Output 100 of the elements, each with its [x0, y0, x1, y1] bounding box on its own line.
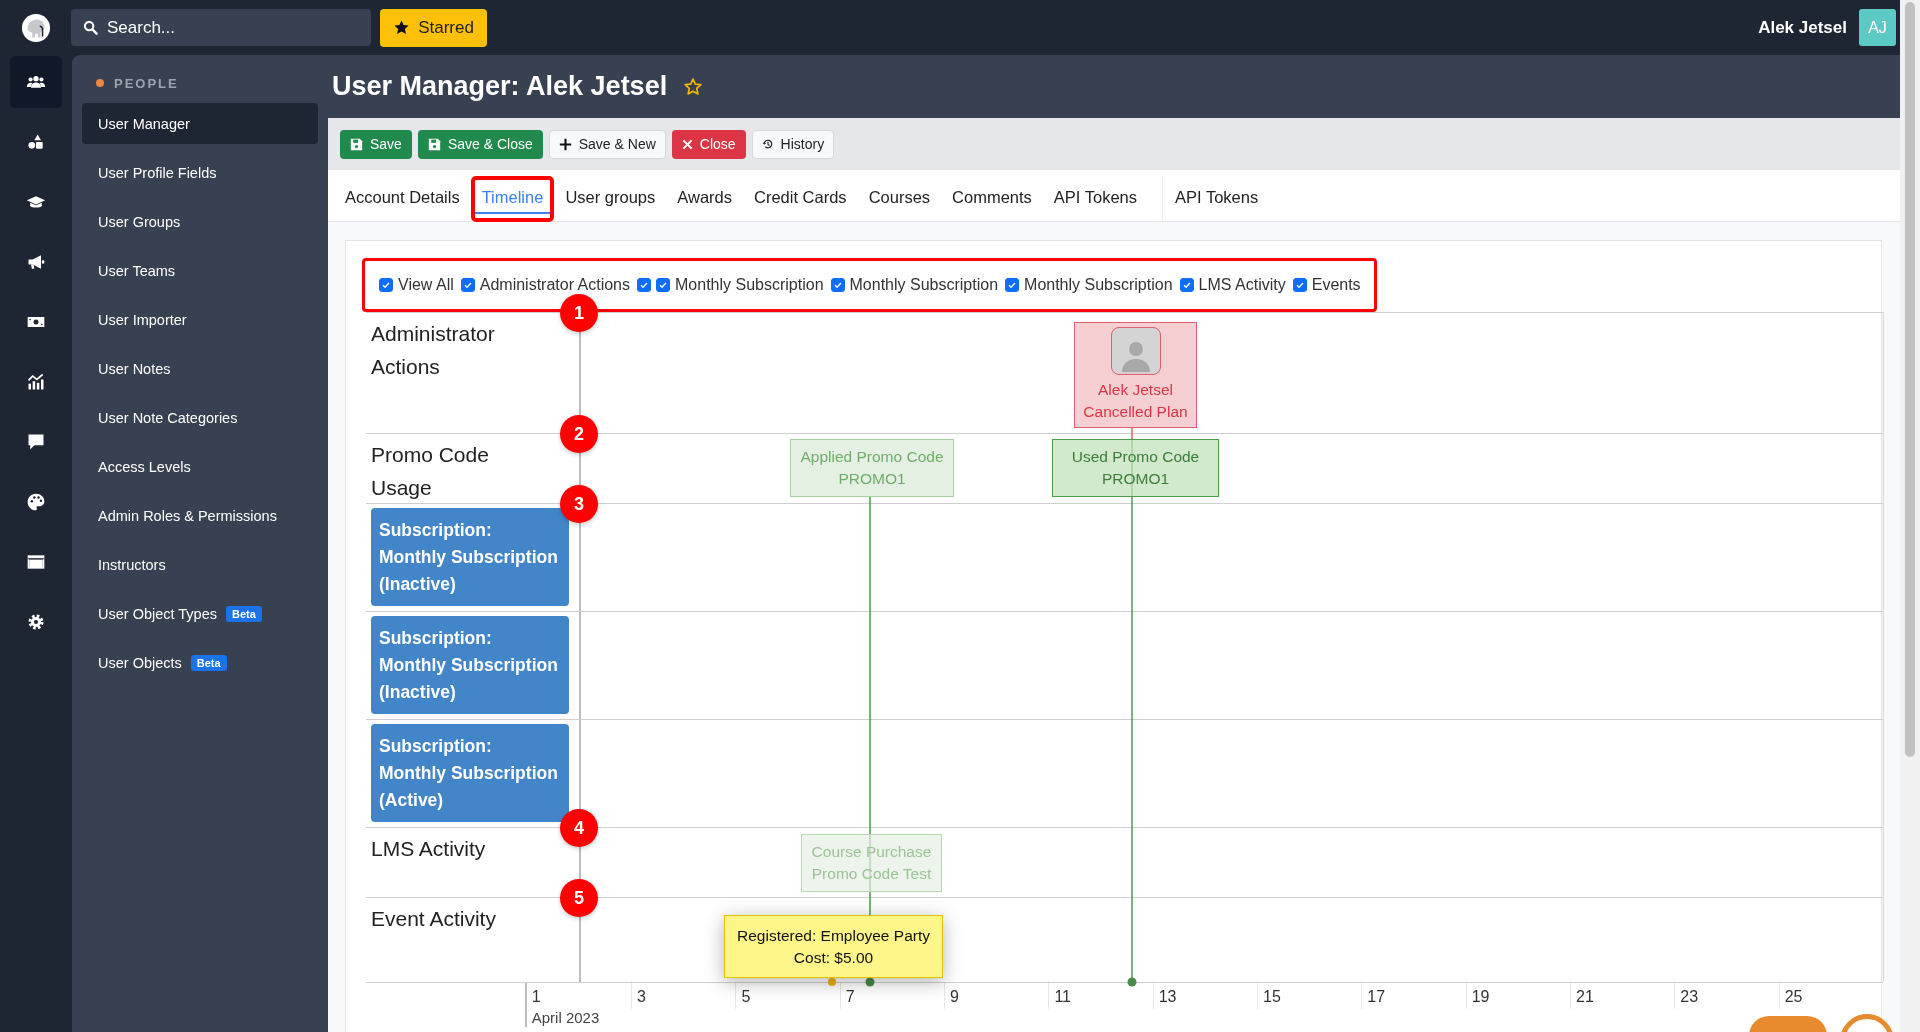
star-icon	[393, 19, 411, 36]
history-icon	[761, 138, 774, 150]
subscription-block: Subscription: Monthly Subscription (Active)	[371, 724, 569, 822]
tab[interactable]: Courses	[857, 175, 942, 222]
sidebar-item[interactable]: User Notes	[82, 348, 318, 389]
row-label: LMS Activity	[371, 836, 487, 862]
scrollbar[interactable]	[1900, 0, 1920, 1032]
check-icon	[381, 280, 391, 290]
bar-chart-icon	[26, 372, 46, 392]
axis-tick-label: 1	[530, 987, 542, 1007]
checkbox[interactable]	[379, 278, 393, 292]
sidebar-item[interactable]: User Manager	[82, 103, 318, 144]
event-title: Applied Promo Code	[800, 447, 944, 467]
tab[interactable]: Timeline	[474, 183, 551, 214]
event-title: Course Purchase	[811, 842, 932, 862]
section-heading: PEOPLE	[114, 75, 179, 91]
checkbox[interactable]	[656, 278, 670, 292]
tab[interactable]: API Tokens	[1042, 175, 1149, 222]
sidebar-item[interactable]: User Profile Fields	[82, 152, 318, 193]
toolbar-button[interactable]: Save & Close	[417, 129, 543, 159]
checkbox[interactable]	[1005, 278, 1020, 292]
tab[interactable]: Account Details	[334, 175, 471, 222]
starred-button[interactable]: Starred	[380, 8, 487, 47]
axis-tick-label: 23	[1674, 983, 1779, 1009]
axis-tick-label: 17	[1361, 983, 1466, 1009]
checkbox-label[interactable]: Monthly Subscription	[1024, 276, 1173, 294]
checkbox[interactable]	[637, 278, 651, 292]
close-icon	[681, 138, 693, 150]
checkbox-label[interactable]: Monthly Subscription	[675, 276, 824, 294]
event-detail: Cancelled Plan	[1083, 402, 1188, 422]
checkbox-label[interactable]: Monthly Subscription	[849, 276, 999, 294]
scrollbar-thumb[interactable]	[1905, 2, 1915, 757]
event-detail: Cost: $5.00	[793, 947, 874, 968]
step-marker: 5	[560, 879, 598, 917]
subscription-block: Subscription: Monthly Subscription (Inactive)	[371, 508, 569, 606]
plus-icon	[558, 137, 572, 151]
check-icon	[1007, 280, 1018, 290]
step-marker: 3	[560, 485, 598, 523]
checkbox-label[interactable]: Administrator Actions	[479, 276, 630, 294]
sidebar-item[interactable]: User Object Types Beta	[82, 593, 318, 634]
subscription-block: Subscription: Monthly Subscription (Inactive)	[371, 616, 569, 714]
step-marker: 2	[560, 415, 598, 453]
axis-tick-label: 7	[839, 983, 945, 1009]
checkbox-label[interactable]: LMS Activity	[1198, 276, 1286, 294]
axis-tick-label: 19	[1465, 983, 1570, 1009]
step-marker: 4	[560, 809, 598, 847]
row-label: Promo Code Usage	[371, 442, 490, 501]
beta-badge: Beta	[190, 654, 227, 671]
axis-tick-label: 21	[1570, 983, 1675, 1009]
checkbox[interactable]	[830, 278, 845, 292]
event-title: Registered: Employee Party	[737, 925, 930, 946]
sidebar-item[interactable]: Access Levels	[82, 446, 318, 487]
tab[interactable]: Awards	[666, 175, 743, 222]
chat-bubble-icon	[26, 432, 46, 452]
sidebar-item[interactable]: User Teams	[82, 250, 318, 291]
row-label: Administrator Actions	[371, 321, 496, 380]
toolbar-button[interactable]: Save & New	[548, 129, 666, 159]
rail-button[interactable]	[10, 56, 62, 108]
sidebar-item[interactable]: User Objects Beta	[82, 642, 318, 683]
checkbox-label[interactable]: Events	[1311, 276, 1361, 294]
tab[interactable]: Credit Cards	[743, 175, 858, 222]
section-dot	[96, 79, 104, 87]
star-icon[interactable]	[683, 76, 704, 97]
checkbox[interactable]	[460, 278, 475, 292]
axis-tick-label: 15	[1257, 983, 1362, 1009]
check-icon	[1294, 280, 1305, 290]
check-icon	[1181, 280, 1192, 290]
axis-tick-label: 3	[631, 983, 736, 1009]
sidebar-item[interactable]: Instructors	[82, 544, 318, 585]
shapes-icon	[26, 132, 46, 152]
tab[interactable]: User groups	[554, 175, 667, 222]
sidebar-item[interactable]: User Importer	[82, 299, 318, 340]
toolbar-button[interactable]: Save	[340, 129, 412, 159]
sidebar-item[interactable]: User Note Categories	[82, 397, 318, 438]
search-icon	[83, 20, 98, 35]
user-name[interactable]: Alek Jetsel	[1758, 17, 1847, 38]
tab[interactable]: Comments	[941, 175, 1043, 222]
axis-month-label: April 2023	[530, 1009, 600, 1027]
event-detail: PROMO1	[838, 469, 906, 489]
logo-icon	[20, 12, 51, 43]
search-field[interactable]: Search...	[71, 9, 371, 46]
avatar-icon	[1110, 327, 1161, 375]
checkbox[interactable]	[1292, 278, 1307, 292]
settings-icon	[26, 612, 46, 632]
step-marker: 1	[560, 294, 598, 332]
event-detail: PROMO1	[1101, 469, 1170, 489]
checkbox-label[interactable]: View All	[398, 276, 454, 294]
axis-tick-label: 5	[735, 983, 840, 1009]
window-icon	[26, 552, 46, 572]
axis-tick-label: 13	[1152, 983, 1258, 1009]
toolbar-button[interactable]: Close	[671, 129, 746, 159]
toolbar-button[interactable]: History	[751, 129, 835, 159]
row-label: Event Activity	[371, 906, 497, 932]
sidebar-item[interactable]: User Groups	[82, 201, 318, 242]
sidebar-item[interactable]: Admin Roles & Permissions	[82, 495, 318, 536]
page-title: User Manager: Alek Jetsel	[332, 71, 668, 102]
tab[interactable]: API Tokens	[1162, 175, 1270, 222]
beta-badge: Beta	[226, 605, 262, 622]
axis-tick-label: 25	[1778, 983, 1883, 1009]
checkbox[interactable]	[1179, 278, 1194, 292]
